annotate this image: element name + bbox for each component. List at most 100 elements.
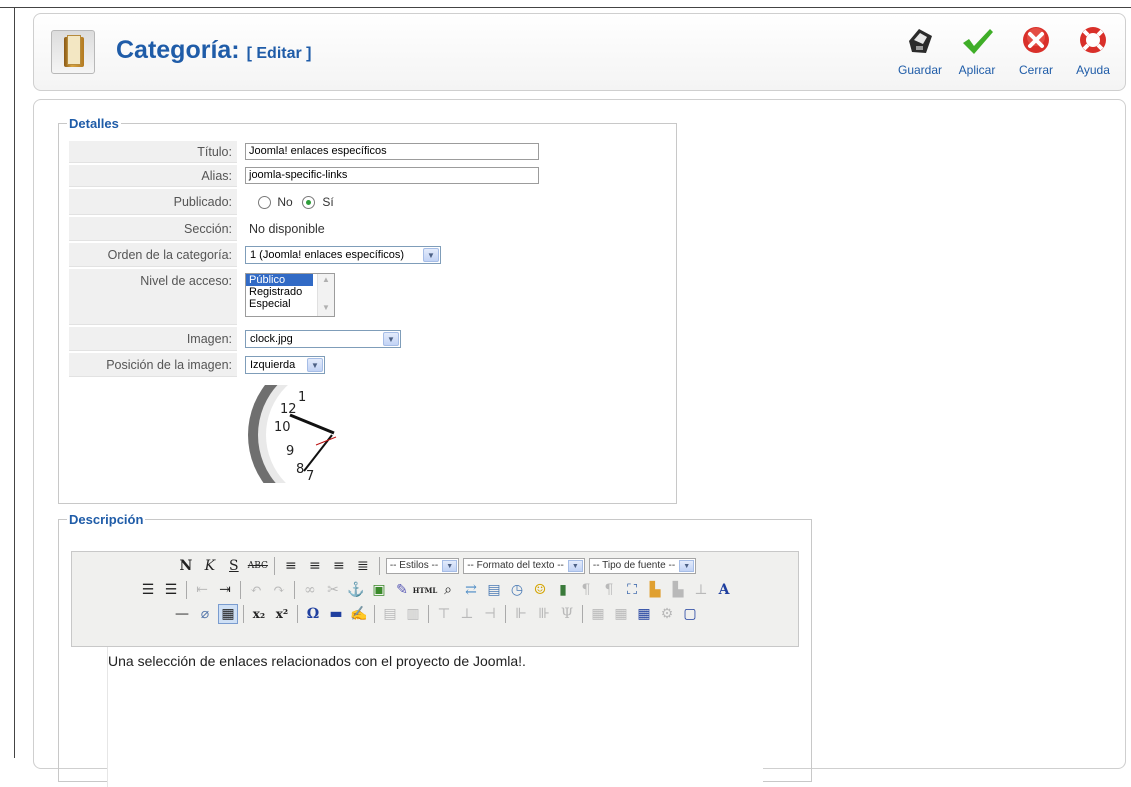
cleanup-icon[interactable]: ✎ — [392, 580, 412, 600]
layer-forward-icon[interactable]: ▙ — [668, 580, 688, 600]
description-editor[interactable]: Una selección de enlaces relacionados co… — [107, 647, 763, 787]
scroll-up-icon[interactable]: ▲ — [318, 274, 334, 286]
absolute-icon[interactable]: ⊥ — [691, 580, 711, 600]
order-row: Orden de la categoría: 1 (Joomla! enlace… — [69, 243, 665, 267]
image-insert-icon[interactable]: ▣ — [369, 580, 389, 600]
bullet-list-icon[interactable]: ☰ — [138, 580, 158, 600]
published-no-radio[interactable] — [258, 196, 271, 210]
delete-row-icon[interactable]: ⊣ — [480, 604, 500, 624]
col-before-icon[interactable]: ⊩ — [511, 604, 531, 624]
format-select-value: -- Formato del texto -- — [467, 560, 564, 571]
table-cell-props-icon[interactable]: ▥ — [403, 604, 423, 624]
access-option[interactable]: Público — [246, 274, 313, 286]
emoticon-icon[interactable]: ☺ — [530, 580, 550, 600]
italic-icon[interactable]: K — [200, 556, 220, 576]
rtl-icon[interactable]: ¶ — [599, 580, 619, 600]
split-cells-icon[interactable]: ▦ — [588, 604, 608, 624]
bold-icon[interactable]: N — [176, 556, 196, 576]
toolbar-separator — [243, 605, 244, 623]
access-listbox[interactable]: Público Registrado Especial ▲ ▼ — [245, 273, 335, 317]
chevron-down-icon: ▼ — [679, 560, 695, 572]
help-button[interactable]: Ayuda — [1065, 23, 1121, 77]
delete-col-icon[interactable]: Ψ — [557, 604, 577, 624]
layer-icon[interactable]: ▙ — [645, 580, 665, 600]
scroll-down-icon[interactable]: ▼ — [318, 302, 334, 314]
table-icon[interactable]: ▦ — [634, 604, 654, 624]
redo-icon[interactable]: ↷ — [269, 580, 289, 600]
visual-aid-icon[interactable]: ▦ — [218, 604, 238, 624]
close-button[interactable]: Cerrar — [1008, 23, 1064, 77]
insert-time-icon[interactable]: ◷ — [507, 580, 527, 600]
description-content: Una selección de enlaces relacionados co… — [108, 653, 526, 669]
help-lifebuoy-icon — [1080, 27, 1106, 53]
strikethrough-icon[interactable]: ABC — [248, 556, 268, 576]
format-select[interactable]: -- Formato del texto -- ▼ — [463, 558, 585, 574]
order-select[interactable]: 1 (Joomla! enlaces específicos) ▼ — [245, 246, 441, 264]
alias-input[interactable]: joomla-specific-links — [245, 167, 539, 184]
align-left-icon[interactable]: ≡ — [281, 556, 301, 576]
outdent-icon[interactable]: ⇤ — [192, 580, 212, 600]
image-position-label: Posición de la imagen: — [69, 353, 237, 377]
media-icon[interactable]: ▮ — [553, 580, 573, 600]
subscript-icon[interactable]: x₂ — [249, 604, 269, 624]
superscript-icon[interactable]: x² — [272, 604, 292, 624]
ltr-icon[interactable]: ¶ — [576, 580, 596, 600]
image-select-value: clock.jpg — [250, 333, 293, 345]
svg-text:9: 9 — [286, 444, 294, 459]
clock-image: 12 10 9 8 7 1 — [246, 385, 344, 483]
text-color-icon[interactable]: A — [714, 580, 734, 600]
image-position-select[interactable]: Izquierda ▼ — [245, 356, 325, 374]
toolbar-separator — [374, 605, 375, 623]
font-select[interactable]: -- Tipo de fuente -- ▼ — [588, 558, 697, 574]
row-before-icon[interactable]: ⊤ — [434, 604, 454, 624]
access-listbox-scrollbar[interactable]: ▲ ▼ — [317, 274, 334, 316]
order-label: Orden de la categoría: — [69, 243, 237, 267]
horizontal-rule-icon[interactable]: — — [172, 604, 192, 624]
align-justify-icon[interactable]: ≣ — [353, 556, 373, 576]
title-label: Título: — [69, 141, 237, 163]
page-title-text: Categoría: — [116, 36, 240, 64]
image-select[interactable]: clock.jpg ▼ — [245, 330, 401, 348]
special-char-icon[interactable]: Ω — [303, 604, 323, 624]
find-icon[interactable]: ⌕ — [438, 580, 458, 600]
published-yes-radio[interactable] — [302, 196, 316, 210]
toolbar-separator — [297, 605, 298, 623]
image-row: Imagen: clock.jpg ▼ — [69, 327, 665, 351]
fullscreen-icon[interactable]: ⛶ — [622, 580, 642, 600]
align-center-icon[interactable]: ≡ — [305, 556, 325, 576]
image-label: Imagen: — [69, 327, 237, 351]
save-label: Guardar — [897, 63, 943, 77]
save-button[interactable]: Guardar — [892, 23, 948, 77]
chevron-down-icon: ▼ — [383, 332, 399, 346]
insert-date-icon[interactable]: ▤ — [484, 580, 504, 600]
template-icon[interactable]: ⚙ — [657, 604, 677, 624]
indent-icon[interactable]: ⇥ — [215, 580, 235, 600]
merge-cells-icon[interactable]: ▦ — [611, 604, 631, 624]
apply-button[interactable]: Aplicar — [949, 23, 1005, 77]
description-fieldset: Descripción N K S ABC ≡ ≡ ≡ ≣ -- Estilos… — [58, 512, 812, 787]
save-icon — [909, 29, 932, 53]
apply-check-icon — [963, 29, 993, 54]
row-after-icon[interactable]: ⊥ — [457, 604, 477, 624]
attribs-icon[interactable]: ✍ — [349, 604, 369, 624]
align-right-icon[interactable]: ≡ — [329, 556, 349, 576]
preview-icon[interactable]: ▢ — [680, 604, 700, 624]
numbered-list-icon[interactable]: ☰ — [161, 580, 181, 600]
link-icon[interactable]: ∞ — [300, 580, 320, 600]
table-row-props-icon[interactable]: ▤ — [380, 604, 400, 624]
replace-icon[interactable]: ⇄ — [461, 580, 481, 600]
undo-icon[interactable]: ↶ — [246, 580, 266, 600]
html-icon[interactable]: HTML — [413, 580, 438, 600]
svg-text:8: 8 — [296, 462, 304, 477]
styles-select[interactable]: -- Estilos -- ▼ — [385, 558, 460, 574]
access-label: Nivel de acceso: — [69, 269, 237, 325]
unlink-icon[interactable]: ✂ — [323, 580, 343, 600]
underline-icon[interactable]: S — [224, 556, 244, 576]
remove-format-icon[interactable]: ⌀ — [195, 604, 215, 624]
anchor-icon[interactable]: ⚓ — [346, 580, 366, 600]
details-fieldset: Detalles Título: Joomla! enlaces específ… — [58, 116, 677, 504]
title-input[interactable]: Joomla! enlaces específicos — [245, 143, 539, 160]
col-after-icon[interactable]: ⊪ — [534, 604, 554, 624]
nonbreaking-icon[interactable]: ▬ — [326, 604, 346, 624]
toolbar-header: Categoría: [ Editar ] Guardar Aplicar Ce… — [33, 13, 1126, 91]
